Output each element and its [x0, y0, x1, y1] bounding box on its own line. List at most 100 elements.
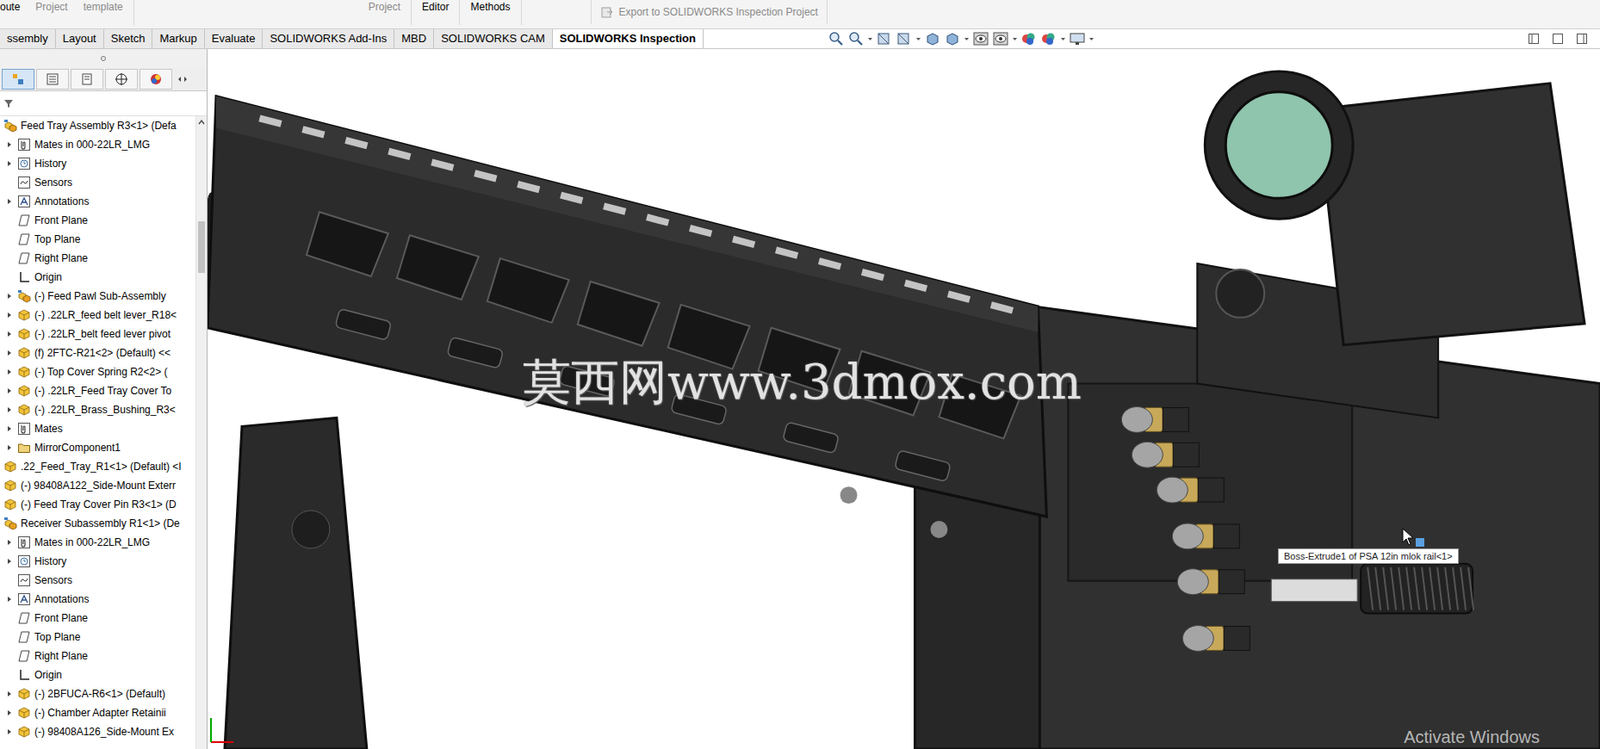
expand-arrow-icon[interactable]: [5, 291, 14, 301]
tree-item[interactable]: (-) Top Cover Spring R2<2> (: [0, 362, 196, 382]
tree-item[interactable]: Origin: [0, 665, 196, 685]
tree-item[interactable]: Mates: [0, 419, 196, 439]
previous-view-icon[interactable]: [875, 31, 894, 47]
apply-scene-icon[interactable]: [1040, 31, 1058, 47]
graphics-area[interactable]: 莫西网www.3dmox.com Boss-Extrude1 of PSA 12…: [207, 49, 1600, 749]
expand-arrow-icon[interactable]: [5, 538, 14, 547]
dropdown-arrow-icon[interactable]: [915, 31, 922, 47]
tree-item[interactable]: (-) .22LR_belt feed lever pivot: [0, 324, 196, 344]
tree-item[interactable]: Right Plane: [0, 646, 196, 666]
tree-item[interactable]: Receiver Subassembly R1<1> (De: [0, 514, 196, 534]
command-tab[interactable]: MBD: [394, 29, 435, 49]
command-tab[interactable]: Layout: [55, 29, 105, 49]
tree-item[interactable]: (-) .22LR_Feed Tray Cover To: [0, 381, 196, 401]
tree-item[interactable]: .22_Feed_Tray_R1<1> (Default) <I: [0, 457, 196, 477]
ribbon-button[interactable]: oute: [0, 0, 20, 25]
tree-item[interactable]: Front Plane: [0, 608, 196, 628]
expand-arrow-icon[interactable]: [5, 348, 14, 358]
expand-arrow-icon[interactable]: [5, 197, 14, 206]
expand-arrow-icon[interactable]: [5, 443, 14, 453]
panel-tab-scroll[interactable]: [173, 69, 192, 89]
command-tab[interactable]: Evaluate: [204, 29, 264, 49]
expand-arrow-icon[interactable]: [5, 595, 14, 604]
command-tab[interactable]: ssembly: [0, 29, 56, 49]
tree-item[interactable]: Origin: [0, 267, 196, 287]
tree-item[interactable]: (-) 98408A126_Side-Mount Ex: [0, 722, 196, 742]
command-tab[interactable]: SOLIDWORKS Inspection: [552, 29, 704, 49]
scroll-up-icon[interactable]: [197, 117, 206, 127]
edit-appearance-icon[interactable]: [1020, 31, 1038, 47]
command-tab[interactable]: Sketch: [104, 29, 154, 49]
expand-panel-icon[interactable]: [1575, 32, 1588, 45]
tree-item[interactable]: (-) .22LR_feed belt lever_R18<: [0, 305, 196, 325]
section-view-icon[interactable]: [895, 31, 913, 47]
panel-tab[interactable]: [1, 68, 35, 90]
ribbon-button[interactable]: Project: [368, 0, 401, 25]
tree-item[interactable]: (-) 2BFUCA-R6<1> (Default): [0, 684, 196, 704]
tree-item[interactable]: (-) 98408A122_Side-Mount Exterr: [0, 476, 196, 496]
scroll-thumb[interactable]: [198, 221, 205, 273]
hide-show-icon[interactable]: [992, 31, 1010, 47]
dropdown-arrow-icon[interactable]: [867, 31, 874, 47]
tree-item[interactable]: Right Plane: [0, 248, 196, 268]
expand-arrow-icon[interactable]: [5, 405, 14, 415]
expand-arrow-icon[interactable]: [5, 708, 14, 718]
command-tab[interactable]: SOLIDWORKS Add-Ins: [262, 29, 395, 49]
panel-tab[interactable]: [139, 68, 173, 90]
tree-item[interactable]: Sensors: [0, 173, 196, 193]
expand-arrow-icon[interactable]: [5, 424, 14, 434]
tree-item[interactable]: History: [0, 551, 196, 571]
tree-item[interactable]: (-) .22LR_Brass_Bushing_R3<: [0, 400, 196, 420]
ribbon-button[interactable]: Methods: [470, 0, 510, 25]
tree-item[interactable]: Front Plane: [0, 210, 196, 230]
expand-arrow-icon[interactable]: [5, 329, 14, 339]
ribbon-button[interactable]: Project: [35, 0, 68, 25]
view-settings-icon[interactable]: [1068, 31, 1086, 47]
ribbon-button[interactable]: Editor: [421, 0, 449, 25]
dropdown-arrow-icon[interactable]: [1011, 31, 1018, 47]
tree-item[interactable]: Annotations: [0, 589, 196, 609]
dropdown-arrow-icon[interactable]: [963, 31, 970, 47]
expand-arrow-icon[interactable]: [5, 140, 14, 149]
splitter-handle-icon[interactable]: [99, 55, 107, 63]
tree-scrollbar[interactable]: [195, 116, 207, 749]
command-tab[interactable]: Markup: [152, 29, 205, 49]
tree-item[interactable]: (-) Chamber Adapter Retainii: [0, 703, 196, 723]
tree-item[interactable]: Mates in 000-22LR_LMG: [0, 533, 196, 552]
expand-arrow-icon[interactable]: [5, 386, 14, 396]
assembly-icon: [17, 289, 32, 304]
expand-arrow-icon[interactable]: [5, 689, 14, 699]
panel-tab[interactable]: [36, 68, 69, 90]
panel-tab[interactable]: [70, 68, 104, 90]
expand-arrow-icon[interactable]: [5, 310, 14, 320]
tree-item[interactable]: (-) Feed Tray Cover Pin R3<1> (D: [0, 495, 196, 515]
tree-item[interactable]: Sensors: [0, 570, 196, 590]
zoom-area-icon[interactable]: [847, 31, 865, 47]
tree-item[interactable]: Mates in 000-22LR_LMG: [0, 135, 196, 155]
command-tab[interactable]: SOLIDWORKS CAM: [434, 29, 553, 49]
expand-arrow-icon[interactable]: [5, 367, 14, 377]
tree-item[interactable]: Top Plane: [0, 627, 196, 647]
zoom-fit-icon[interactable]: [827, 31, 845, 47]
restore-view-icon[interactable]: [1551, 32, 1564, 45]
tree-item[interactable]: Annotations: [0, 192, 196, 211]
tree-item[interactable]: MirrorComponent1: [0, 438, 196, 458]
display-style-icon[interactable]: [972, 31, 990, 47]
tree-item[interactable]: (f) 2FTC-R21<2> (Default) <<: [0, 343, 196, 363]
export-button[interactable]: Export to SOLIDWORKS Inspection Project: [590, 0, 828, 25]
dynamic-view-icon[interactable]: [924, 31, 942, 47]
view-orientation-icon[interactable]: [943, 31, 962, 47]
tree-item[interactable]: (-) Feed Pawl Sub-Assembly: [0, 286, 196, 306]
expand-arrow-icon[interactable]: [5, 727, 14, 737]
tree-item[interactable]: History: [0, 154, 196, 174]
dropdown-arrow-icon[interactable]: [1060, 31, 1067, 47]
tree-filter[interactable]: [0, 91, 207, 117]
panel-tab[interactable]: [105, 68, 138, 90]
collapse-panel-icon[interactable]: [1527, 32, 1540, 45]
ribbon-button[interactable]: template: [83, 0, 124, 25]
expand-arrow-icon[interactable]: [5, 557, 14, 566]
expand-arrow-icon[interactable]: [5, 159, 14, 168]
dropdown-arrow-icon[interactable]: [1088, 31, 1095, 47]
tree-item[interactable]: Feed Tray Assembly R3<1> (Defa: [0, 116, 196, 136]
tree-item[interactable]: Top Plane: [0, 229, 196, 249]
